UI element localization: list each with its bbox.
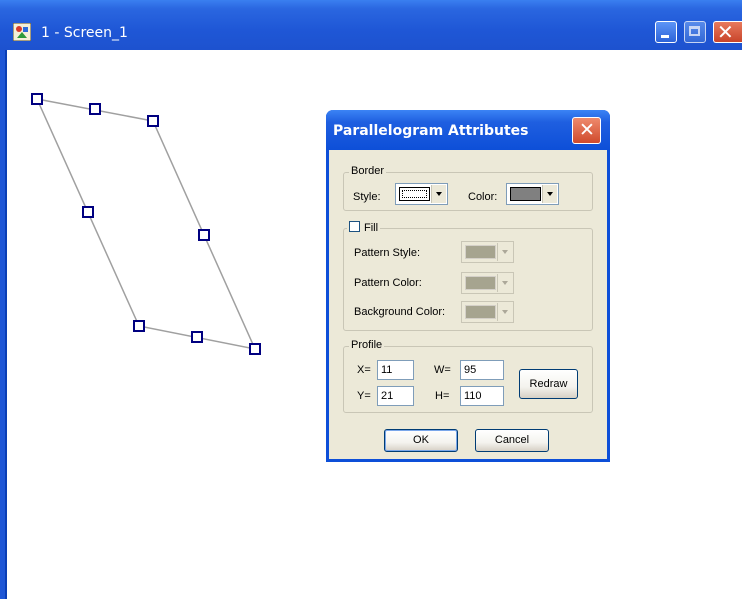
fill-legend: Fill bbox=[347, 221, 381, 234]
profile-legend: Profile bbox=[349, 339, 385, 351]
resize-handle-top-right[interactable] bbox=[147, 115, 159, 127]
h-input[interactable]: 110 bbox=[460, 386, 504, 406]
border-style-dropdown[interactable] bbox=[395, 183, 448, 205]
y-input[interactable]: 21 bbox=[377, 386, 414, 406]
background-color-label: Background Color: bbox=[354, 306, 446, 318]
resize-handle-top-left[interactable] bbox=[31, 93, 43, 105]
parallelogram-attributes-dialog: Parallelogram Attributes ✕ Border Style:… bbox=[326, 110, 610, 462]
close-icon: ✕ bbox=[579, 119, 595, 141]
border-color-dropdown[interactable] bbox=[506, 183, 559, 205]
x-input[interactable]: 11 bbox=[377, 360, 414, 380]
background-color-dropdown[interactable] bbox=[461, 301, 514, 323]
dialog-title: Parallelogram Attributes bbox=[333, 123, 529, 139]
resize-handle-bottom-right[interactable] bbox=[249, 343, 261, 355]
background-color-swatch bbox=[465, 305, 496, 319]
cancel-button[interactable]: Cancel bbox=[475, 429, 549, 452]
resize-handle-top[interactable] bbox=[89, 103, 101, 115]
dialog-close-button[interactable]: ✕ bbox=[572, 117, 601, 144]
chevron-down-icon[interactable] bbox=[497, 274, 512, 292]
line-style-swatch bbox=[399, 187, 430, 201]
pattern-style-swatch bbox=[465, 245, 496, 259]
pattern-color-dropdown[interactable] bbox=[461, 272, 514, 294]
x-label: X= bbox=[357, 364, 371, 376]
resize-handle-bottom[interactable] bbox=[191, 331, 203, 343]
chevron-down-icon[interactable] bbox=[431, 185, 446, 203]
border-legend: Border bbox=[349, 165, 387, 177]
w-label: W= bbox=[434, 364, 451, 376]
chevron-down-icon[interactable] bbox=[542, 185, 557, 203]
h-label: H= bbox=[435, 390, 450, 402]
fill-checkbox[interactable] bbox=[349, 221, 360, 232]
border-color-label: Color: bbox=[468, 191, 498, 203]
pattern-color-label: Pattern Color: bbox=[354, 277, 422, 289]
ok-button[interactable]: OK bbox=[384, 429, 458, 452]
color-swatch bbox=[510, 187, 541, 201]
pattern-color-swatch bbox=[465, 276, 496, 290]
chevron-down-icon[interactable] bbox=[497, 303, 512, 321]
w-input[interactable]: 95 bbox=[460, 360, 504, 380]
parallelogram-shape[interactable] bbox=[35, 97, 257, 351]
resize-handle-left[interactable] bbox=[82, 206, 94, 218]
redraw-button[interactable]: Redraw bbox=[519, 369, 578, 399]
fill-label: Fill bbox=[364, 222, 379, 234]
pattern-style-dropdown[interactable] bbox=[461, 241, 514, 263]
border-style-label: Style: bbox=[353, 191, 381, 203]
pattern-style-label: Pattern Style: bbox=[354, 247, 421, 259]
chevron-down-icon[interactable] bbox=[497, 243, 512, 261]
resize-handle-bottom-left[interactable] bbox=[133, 320, 145, 332]
dialog-titlebar[interactable]: Parallelogram Attributes ✕ bbox=[326, 110, 610, 150]
y-label: Y= bbox=[357, 390, 371, 402]
resize-handle-right[interactable] bbox=[198, 229, 210, 241]
